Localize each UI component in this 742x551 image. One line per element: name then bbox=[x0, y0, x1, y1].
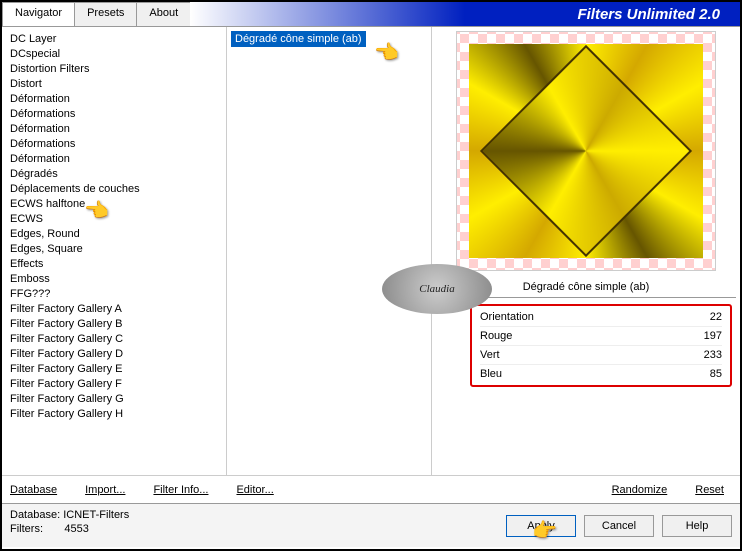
category-item[interactable]: Emboss bbox=[8, 271, 220, 286]
pointer-icon: 👈 bbox=[374, 40, 399, 65]
param-orientation[interactable]: Orientation 22 bbox=[480, 308, 722, 327]
category-item[interactable]: Edges, Square bbox=[8, 241, 220, 256]
category-item[interactable]: Déformations bbox=[8, 106, 220, 121]
app-window: Navigator Presets About Filters Unlimite… bbox=[0, 0, 742, 551]
param-vert[interactable]: Vert 233 bbox=[480, 346, 722, 365]
category-item[interactable]: Filter Factory Gallery F bbox=[8, 376, 220, 391]
cancel-button[interactable]: Cancel bbox=[584, 515, 654, 537]
filters-value: 4553 bbox=[64, 523, 88, 535]
param-bleu[interactable]: Bleu 85 bbox=[480, 365, 722, 383]
status-info: Database: ICNET-Filters Filters: 4553 bbox=[10, 508, 506, 543]
watermark: Claudia bbox=[382, 264, 492, 314]
editor-button[interactable]: Editor... bbox=[236, 484, 273, 496]
param-label: Bleu bbox=[480, 368, 502, 380]
param-label: Rouge bbox=[480, 330, 512, 342]
category-item[interactable]: DCspecial bbox=[8, 46, 220, 61]
filter-panel: Dégradé cône simple (ab) bbox=[227, 27, 432, 475]
param-rouge[interactable]: Rouge 197 bbox=[480, 327, 722, 346]
category-item[interactable]: Dégradés bbox=[8, 166, 220, 181]
randomize-button[interactable]: Randomize bbox=[612, 484, 668, 496]
param-value: 85 bbox=[710, 368, 722, 380]
category-item[interactable]: ECWS bbox=[8, 211, 220, 226]
import-button[interactable]: Import... bbox=[85, 484, 125, 496]
status-bar: Database: ICNET-Filters Filters: 4553 Ap… bbox=[2, 503, 740, 547]
tab-presets[interactable]: Presets bbox=[74, 2, 137, 26]
category-item[interactable]: Déformations bbox=[8, 136, 220, 151]
help-button[interactable]: Help bbox=[662, 515, 732, 537]
category-item[interactable]: Filter Factory Gallery G bbox=[8, 391, 220, 406]
filterinfo-button[interactable]: Filter Info... bbox=[153, 484, 208, 496]
category-item[interactable]: Distort bbox=[8, 76, 220, 91]
db-value: ICNET-Filters bbox=[63, 509, 129, 521]
preview-panel: Dégradé cône simple (ab) Orientation 22 … bbox=[432, 27, 740, 475]
header: Navigator Presets About Filters Unlimite… bbox=[2, 2, 740, 26]
db-label: Database: bbox=[10, 509, 60, 521]
param-label: Vert bbox=[480, 349, 500, 361]
category-item[interactable]: Filter Factory Gallery E bbox=[8, 361, 220, 376]
category-sidebar[interactable]: DC Layer DCspecial Distortion Filters Di… bbox=[2, 27, 227, 475]
database-button[interactable]: Database bbox=[10, 484, 57, 496]
category-item[interactable]: FFG??? bbox=[8, 286, 220, 301]
param-value: 22 bbox=[710, 311, 722, 323]
pointer-icon: 👈 bbox=[84, 198, 109, 223]
param-label: Orientation bbox=[480, 311, 534, 323]
tab-navigator[interactable]: Navigator bbox=[2, 2, 75, 26]
tab-about[interactable]: About bbox=[136, 2, 191, 26]
filters-label: Filters: bbox=[10, 523, 43, 535]
param-value: 233 bbox=[704, 349, 722, 361]
category-item[interactable]: Distortion Filters bbox=[8, 61, 220, 76]
preview-image bbox=[456, 31, 716, 271]
content: DC Layer DCspecial Distortion Filters Di… bbox=[2, 26, 740, 475]
parameters-box: Orientation 22 Rouge 197 Vert 233 Bleu 8… bbox=[470, 304, 732, 387]
category-item[interactable]: DC Layer bbox=[8, 31, 220, 46]
category-item[interactable]: Edges, Round bbox=[8, 226, 220, 241]
toolbar: Database Import... Filter Info... Editor… bbox=[2, 475, 740, 503]
category-item[interactable]: Déformation bbox=[8, 91, 220, 106]
category-item[interactable]: Filter Factory Gallery B bbox=[8, 316, 220, 331]
category-item[interactable]: Effects bbox=[8, 256, 220, 271]
param-value: 197 bbox=[704, 330, 722, 342]
tabs: Navigator Presets About bbox=[2, 2, 190, 26]
category-item[interactable]: Filter Factory Gallery D bbox=[8, 346, 220, 361]
category-item[interactable]: Déformation bbox=[8, 121, 220, 136]
reset-button[interactable]: Reset bbox=[695, 484, 724, 496]
category-item[interactable]: Déformation bbox=[8, 151, 220, 166]
category-item[interactable]: Filter Factory Gallery H bbox=[8, 406, 220, 421]
filter-item-selected[interactable]: Dégradé cône simple (ab) bbox=[231, 31, 366, 47]
category-item[interactable]: Filter Factory Gallery A bbox=[8, 301, 220, 316]
category-list: DC Layer DCspecial Distortion Filters Di… bbox=[2, 27, 226, 425]
title-bar: Filters Unlimited 2.0 bbox=[190, 2, 740, 26]
category-item[interactable]: Déplacements de couches bbox=[8, 181, 220, 196]
pointer-icon: 👉 bbox=[532, 518, 557, 543]
category-item[interactable]: Filter Factory Gallery C bbox=[8, 331, 220, 346]
category-item[interactable]: ECWS halftone bbox=[8, 196, 220, 211]
